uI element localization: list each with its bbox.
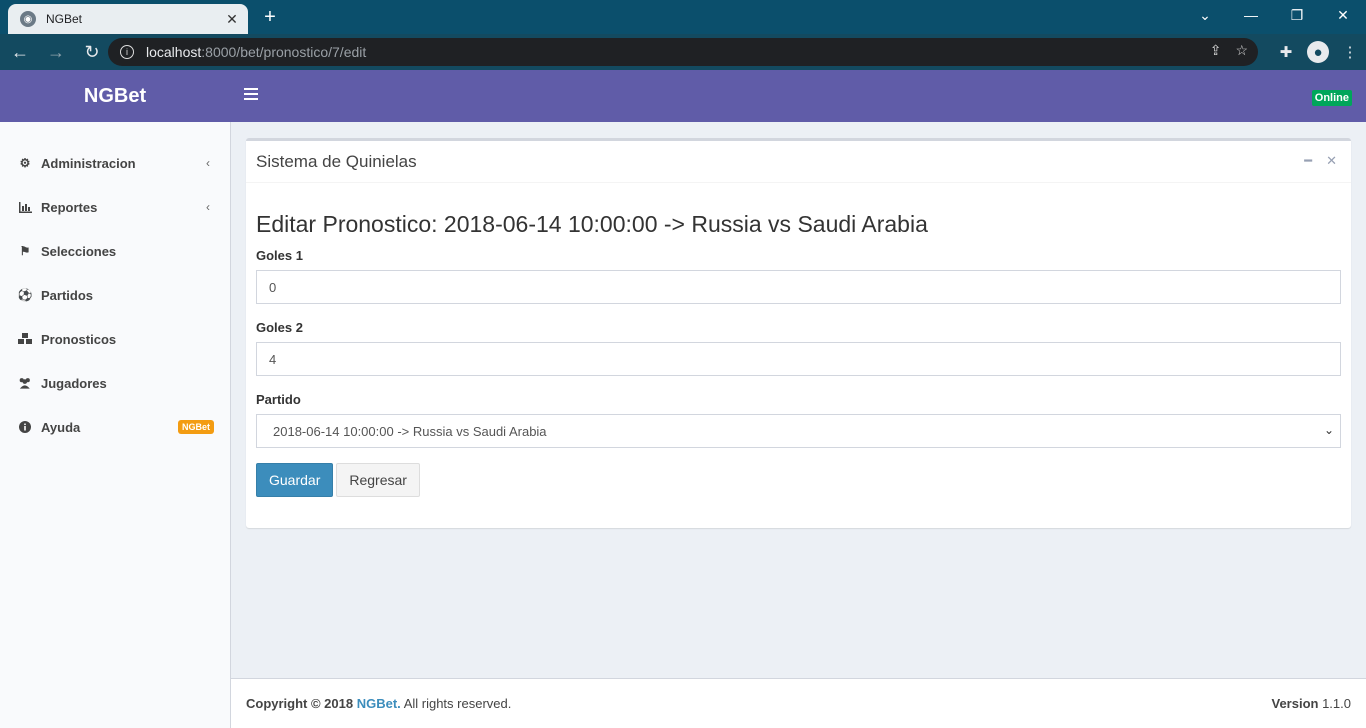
sidebar-item-label: Partidos xyxy=(41,287,94,303)
footer: Copyright © 2018 NGBet. All rights reser… xyxy=(231,678,1366,728)
footer-brand-link[interactable]: NGBet. xyxy=(357,696,401,711)
sidebar-item-label: Selecciones xyxy=(41,243,117,259)
sidebar-item-pronosticos[interactable]: Pronosticos xyxy=(0,317,230,361)
sidebar-item-partidos[interactable]: ⚽ Partidos xyxy=(0,273,230,317)
collapse-icon[interactable]: ━ xyxy=(1304,153,1312,169)
extensions-icon[interactable]: ✚ xyxy=(1270,38,1302,66)
sidebar-item-administracion[interactable]: ⚙ Administracion ‹ xyxy=(0,141,230,185)
browser-tab[interactable]: ◉ NGBet ✕ xyxy=(8,4,248,34)
back-button[interactable]: Regresar xyxy=(336,463,420,497)
close-window-icon[interactable]: ✕ xyxy=(1320,0,1366,30)
sidebar-item-label: Reportes xyxy=(41,199,98,215)
copyright-text: Copyright © 2018 NGBet. All rights reser… xyxy=(246,696,512,711)
soccer-ball-icon: ⚽ xyxy=(17,288,33,302)
version-text: Version 1.1.0 xyxy=(1271,696,1351,711)
bar-chart-icon xyxy=(18,200,32,214)
partido-label: Partido xyxy=(256,392,301,407)
address-bar[interactable]: i localhost:8000/bet/pronostico/7/edit ⇪… xyxy=(108,38,1258,66)
partido-select[interactable]: 2018-06-14 10:00:00 -> Russia vs Saudi A… xyxy=(256,414,1341,448)
goles1-label: Goles 1 xyxy=(256,248,303,263)
info-icon xyxy=(18,420,32,434)
box-header: Sistema de Quinielas ━ ✕ xyxy=(246,141,1351,183)
app-header: NGBet Online xyxy=(0,70,1366,122)
status-badge: Online xyxy=(1311,90,1352,106)
tab-title: NGBet xyxy=(46,12,83,26)
profile-avatar-icon[interactable]: ● xyxy=(1307,41,1329,63)
new-tab-button[interactable]: + xyxy=(260,6,280,28)
sidebar-item-reportes[interactable]: Reportes ‹ xyxy=(0,185,230,229)
bookmark-star-icon[interactable]: ☆ xyxy=(1235,42,1248,59)
window-controls: ⌄ — ❐ ✕ xyxy=(1182,0,1366,30)
box-tools: ━ ✕ xyxy=(1304,153,1337,169)
url-text: localhost:8000/bet/pronostico/7/edit xyxy=(146,44,367,60)
globe-icon: ◉ xyxy=(20,11,36,27)
hamburger-menu-icon[interactable] xyxy=(244,88,258,100)
page-title: Editar Pronostico: 2018-06-14 10:00:00 -… xyxy=(256,211,928,237)
main-box: Sistema de Quinielas ━ ✕ Editar Pronosti… xyxy=(246,138,1351,528)
goles2-label: Goles 2 xyxy=(256,320,303,335)
site-info-icon[interactable]: i xyxy=(120,45,134,59)
forward-icon[interactable]: → xyxy=(40,37,72,67)
sidebar-item-jugadores[interactable]: Jugadores xyxy=(0,361,230,405)
sidebar: ⚙ Administracion ‹ Reportes ‹ ⚑ Seleccio… xyxy=(0,122,231,728)
minimize-icon[interactable]: — xyxy=(1228,0,1274,30)
users-icon xyxy=(18,376,32,390)
gear-icon: ⚙ xyxy=(19,156,31,170)
reload-icon[interactable]: ↻ xyxy=(76,37,108,67)
save-button[interactable]: Guardar xyxy=(256,463,334,497)
chevron-down-icon: ⌄ xyxy=(1323,423,1334,437)
box-body: Editar Pronostico: 2018-06-14 10:00:00 -… xyxy=(246,183,1351,507)
cubes-icon xyxy=(18,332,32,346)
sidebar-item-label: Pronosticos xyxy=(41,331,117,347)
tab-close-icon[interactable]: ✕ xyxy=(222,11,242,28)
share-icon[interactable]: ⇪ xyxy=(1210,42,1222,59)
ayuda-badge: NGBet xyxy=(177,420,214,434)
goles2-input[interactable] xyxy=(256,342,1341,376)
sidebar-item-selecciones[interactable]: ⚑ Selecciones xyxy=(0,229,230,273)
box-title: Sistema de Quinielas xyxy=(256,151,417,171)
tab-search-icon[interactable]: ⌄ xyxy=(1182,0,1228,30)
chevron-left-icon: ‹ xyxy=(206,200,210,214)
goles1-input[interactable] xyxy=(256,270,1341,304)
browser-menu-icon[interactable]: ⋮ xyxy=(1334,38,1366,66)
flag-icon: ⚑ xyxy=(19,244,31,258)
form-actions: Guardar Regresar xyxy=(256,463,1341,497)
sidebar-item-label: Administracion xyxy=(41,155,136,171)
browser-tab-bar: ◉ NGBet ✕ + ⌄ — ❐ ✕ xyxy=(0,0,1366,34)
back-icon[interactable]: ← xyxy=(4,37,36,67)
restore-icon[interactable]: ❐ xyxy=(1274,0,1320,30)
sidebar-item-ayuda[interactable]: Ayuda NGBet xyxy=(0,405,230,449)
browser-toolbar: ← → ↻ i localhost:8000/bet/pronostico/7/… xyxy=(0,34,1366,70)
sidebar-item-label: Ayuda xyxy=(41,419,81,435)
chevron-left-icon: ‹ xyxy=(206,156,210,170)
sidebar-item-label: Jugadores xyxy=(41,375,107,391)
app-logo[interactable]: NGBet xyxy=(0,70,230,122)
partido-selected-value: 2018-06-14 10:00:00 -> Russia vs Saudi A… xyxy=(273,424,547,439)
close-icon[interactable]: ✕ xyxy=(1326,153,1337,169)
